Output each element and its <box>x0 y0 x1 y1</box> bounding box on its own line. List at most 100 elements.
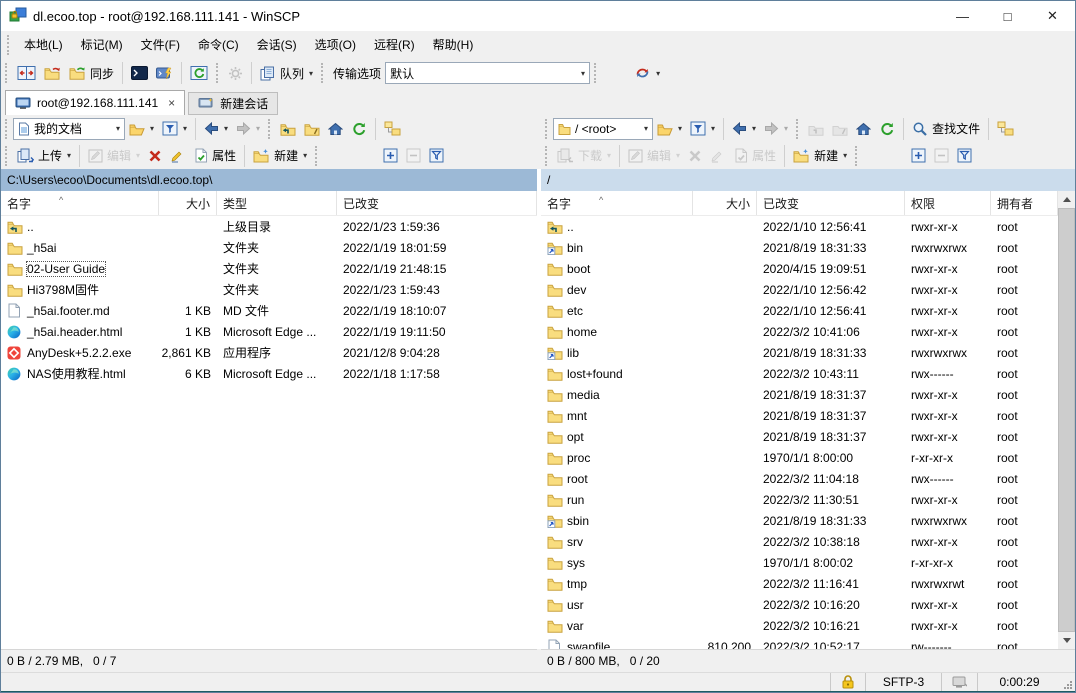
remote-home-button[interactable] <box>852 117 875 141</box>
local-edit-button[interactable]: 编辑▾ <box>84 144 144 168</box>
local-refresh-button[interactable] <box>347 117 371 141</box>
find-files-button[interactable]: 查找文件 <box>908 117 984 141</box>
table-row[interactable]: srv2022/3/2 10:38:18rwxr-xr-xroot <box>541 531 1058 552</box>
local-rename-button[interactable] <box>166 144 190 168</box>
remote-parent-directory-button[interactable] <box>804 117 828 141</box>
minimize-button[interactable]: — <box>940 1 985 31</box>
menu-item[interactable]: 文件(F) <box>132 34 189 56</box>
scroll-down-icon[interactable] <box>1058 632 1075 649</box>
transfer-settings-combobox[interactable]: 默认▾ <box>385 62 590 84</box>
column-header-2[interactable]: 大小 <box>693 191 757 215</box>
local-filter-button[interactable]: ▾ <box>158 117 191 141</box>
table-row[interactable]: swapfile810,2002022/3/2 10:52:17rw------… <box>541 636 1058 649</box>
table-row[interactable]: Hi3798M固件文件夹2022/1/23 1:59:43 <box>1 279 537 300</box>
table-row[interactable]: ..2022/1/10 12:56:41rwxr-xr-xroot <box>541 216 1058 237</box>
local-tree-button[interactable] <box>380 117 405 141</box>
menu-item[interactable]: 标记(M) <box>72 34 132 56</box>
open-console-button[interactable] <box>152 61 177 85</box>
close-button[interactable]: ✕ <box>1030 1 1075 31</box>
local-path-bar[interactable]: C:\Users\ecoo\Documents\dl.ecoo.top\ <box>1 169 537 191</box>
manage-connection-button[interactable]: ▾ <box>630 61 664 85</box>
queue-button[interactable]: 队列▾ <box>256 61 317 85</box>
table-row[interactable]: tmp2022/3/2 11:16:41rwxrwxrwtroot <box>541 573 1058 594</box>
menu-item[interactable]: 选项(O) <box>306 34 365 56</box>
swap-panels-button[interactable] <box>13 61 40 85</box>
remote-drive-combobox[interactable]: / <root>▾ <box>553 118 653 140</box>
local-drive-combobox[interactable]: 我的文档▾ <box>13 118 125 140</box>
open-terminal-button[interactable] <box>127 61 152 85</box>
scroll-up-icon[interactable] <box>1058 191 1075 208</box>
column-header-1[interactable]: 名字^ <box>1 191 159 215</box>
column-header-3[interactable]: 已改变 <box>757 191 905 215</box>
upload-button[interactable]: 上传▾ <box>13 144 75 168</box>
table-row[interactable]: var2022/3/2 10:16:21rwxr-xr-xroot <box>541 615 1058 636</box>
preferences-button[interactable] <box>224 61 247 85</box>
remote-delete-button[interactable] <box>684 144 706 168</box>
table-row[interactable]: dev2022/1/10 12:56:42rwxr-xr-xroot <box>541 279 1058 300</box>
local-parent-directory-button[interactable] <box>276 117 300 141</box>
table-row[interactable]: usr2022/3/2 10:16:20rwxr-xr-xroot <box>541 594 1058 615</box>
tab-session-active[interactable]: root@192.168.111.141 × <box>5 90 185 115</box>
menu-item[interactable]: 命令(C) <box>189 34 248 56</box>
download-button[interactable]: 下载▾ <box>553 144 615 168</box>
table-row[interactable]: home2022/3/2 10:41:06rwxr-xr-xroot <box>541 321 1058 342</box>
column-header-2[interactable]: 大小 <box>159 191 217 215</box>
remote-forward-button[interactable]: ▾ <box>760 117 792 141</box>
table-row[interactable]: media2021/8/19 18:31:37rwxr-xr-xroot <box>541 384 1058 405</box>
remote-new-button[interactable]: 新建▾ <box>789 144 851 168</box>
maximize-button[interactable]: □ <box>985 1 1030 31</box>
tab-new-session[interactable]: 新建会话 <box>188 92 278 115</box>
menu-item[interactable]: 远程(R) <box>365 34 424 56</box>
table-row[interactable]: ..上级目录2022/1/23 1:59:36 <box>1 216 537 237</box>
table-row[interactable]: AnyDesk+5.2.2.exe2,861 KB应用程序2021/12/8 9… <box>1 342 537 363</box>
tab-close-icon[interactable]: × <box>168 96 175 110</box>
table-row[interactable]: sbin2021/8/19 18:31:33rwxrwxrwxroot <box>541 510 1058 531</box>
menu-item[interactable]: 帮助(H) <box>424 34 483 56</box>
local-select-filter-button[interactable] <box>425 144 448 168</box>
remote-open-directory-button[interactable]: ▾ <box>653 117 686 141</box>
table-row[interactable]: NAS使用教程.html6 KBMicrosoft Edge ...2022/1… <box>1 363 537 384</box>
local-select-button[interactable] <box>379 144 402 168</box>
table-row[interactable]: _h5ai文件夹2022/1/19 18:01:59 <box>1 237 537 258</box>
table-row[interactable]: sys1970/1/1 8:00:02r-xr-xr-xroot <box>541 552 1058 573</box>
column-header-5[interactable]: 拥有者 <box>991 191 1058 215</box>
column-header-4[interactable]: 已改变 <box>337 191 537 215</box>
refresh-panels-button[interactable] <box>186 61 212 85</box>
table-row[interactable]: _h5ai.header.html1 KBMicrosoft Edge ...2… <box>1 321 537 342</box>
local-back-button[interactable]: ▾ <box>200 117 232 141</box>
local-unselect-button[interactable] <box>402 144 425 168</box>
sync-browsing-button[interactable] <box>40 61 65 85</box>
session-status-cell[interactable] <box>941 673 977 692</box>
remote-back-button[interactable]: ▾ <box>728 117 760 141</box>
remote-select-button[interactable] <box>907 144 930 168</box>
remote-path-bar[interactable]: / <box>541 169 1075 191</box>
table-row[interactable]: root2022/3/2 11:04:18rwx------root <box>541 468 1058 489</box>
column-header-4[interactable]: 权限 <box>905 191 991 215</box>
local-new-button[interactable]: 新建▾ <box>249 144 311 168</box>
table-row[interactable]: lib2021/8/19 18:31:33rwxrwxrwxroot <box>541 342 1058 363</box>
table-row[interactable]: boot2020/4/15 19:09:51rwxr-xr-xroot <box>541 258 1058 279</box>
column-header-3[interactable]: 类型 <box>217 191 337 215</box>
local-open-directory-button[interactable]: ▾ <box>125 117 158 141</box>
local-forward-button[interactable]: ▾ <box>232 117 264 141</box>
menu-item[interactable]: 本地(L) <box>15 34 72 56</box>
encryption-cell[interactable] <box>830 673 865 692</box>
protocol-cell[interactable]: SFTP-3 <box>865 673 941 692</box>
table-row[interactable]: opt2021/8/19 18:31:37rwxr-xr-xroot <box>541 426 1058 447</box>
table-row[interactable]: proc1970/1/1 8:00:00r-xr-xr-xroot <box>541 447 1058 468</box>
scrollbar-thumb[interactable] <box>1058 208 1075 632</box>
remote-refresh-button[interactable] <box>875 117 899 141</box>
table-row[interactable]: lost+found2022/3/2 10:43:11rwx------root <box>541 363 1058 384</box>
table-row[interactable]: mnt2021/8/19 18:31:37rwxr-xr-xroot <box>541 405 1058 426</box>
local-home-button[interactable] <box>324 117 347 141</box>
remote-rename-button[interactable] <box>706 144 730 168</box>
resize-grip[interactable] <box>1061 673 1075 692</box>
table-row[interactable]: etc2022/1/10 12:56:41rwxr-xr-xroot <box>541 300 1058 321</box>
local-delete-button[interactable] <box>144 144 166 168</box>
remote-properties-button[interactable]: 属性 <box>730 144 780 168</box>
remote-tree-button[interactable] <box>993 117 1018 141</box>
table-row[interactable]: run2022/3/2 11:30:51rwxr-xr-xroot <box>541 489 1058 510</box>
table-row[interactable]: _h5ai.footer.md1 KBMD 文件2022/1/19 18:10:… <box>1 300 537 321</box>
synchronize-button[interactable]: 同步 <box>65 61 118 85</box>
remote-go-to-directory-button[interactable] <box>828 117 852 141</box>
